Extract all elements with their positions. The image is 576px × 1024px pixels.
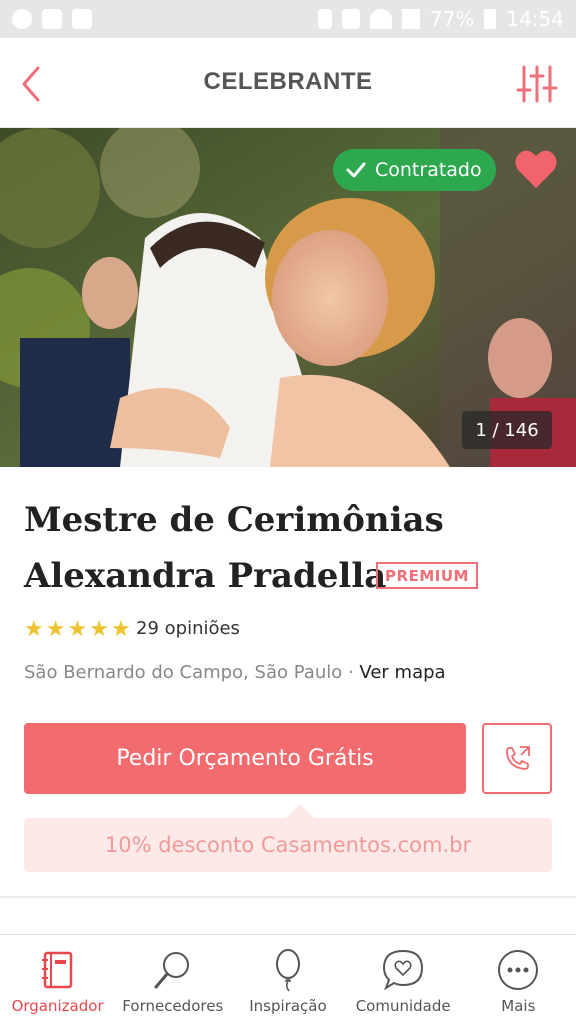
star-icon: ★	[89, 617, 109, 642]
more-icon	[498, 950, 539, 990]
wifi-icon	[369, 9, 392, 29]
whatsapp-icon	[12, 9, 32, 29]
vendor-location: São Bernardo do Campo, São Paulo · Ver m…	[24, 662, 446, 683]
nav-inspiracao[interactable]: Inspiração	[230, 935, 345, 1024]
reviews-link[interactable]: 29 opiniões	[136, 618, 240, 639]
photo-counter: 1 / 146	[462, 411, 552, 449]
screenshot-icon	[72, 9, 92, 29]
check-icon	[346, 162, 366, 178]
location-text: São Bernardo do Campo, São Paulo ·	[24, 662, 360, 683]
nav-label: Comunidade	[355, 997, 451, 1015]
nav-label: Inspiração	[249, 997, 327, 1015]
nav-organizador[interactable]: Organizador	[0, 935, 115, 1024]
star-icon: ★	[45, 617, 66, 642]
nav-mais[interactable]: Mais	[461, 935, 576, 1024]
alarm-icon	[317, 9, 332, 29]
clock: 14:54	[506, 7, 564, 31]
magnifier-icon	[154, 952, 189, 989]
star-icon: ★	[24, 617, 44, 642]
mute-icon	[341, 9, 360, 29]
balloon-icon	[275, 949, 300, 992]
section-divider	[0, 896, 576, 898]
star-icon: ★	[110, 617, 131, 642]
nav-comunidade[interactable]: Comunidade	[346, 935, 461, 1024]
notebook-icon	[41, 951, 72, 989]
star-icon: ★	[67, 617, 88, 642]
phone-icon	[506, 745, 530, 770]
nav-fornecedores[interactable]: Fornecedores	[115, 935, 230, 1024]
page-title: CELEBRANTE	[203, 68, 373, 95]
hired-badge-label: Contratado	[375, 159, 482, 181]
battery-percent: 77%	[429, 7, 475, 31]
discount-banner[interactable]: 10% desconto Casamentos.com.br	[24, 818, 552, 872]
hired-badge: Contratado	[333, 149, 496, 191]
premium-badge: PREMIUM	[376, 562, 478, 589]
sliders-icon	[516, 65, 558, 103]
discount-pointer	[286, 804, 314, 818]
view-map-link[interactable]: Ver mapa	[359, 662, 445, 683]
nav-label: Organizador	[11, 997, 104, 1015]
nav-label: Fornecedores	[122, 997, 224, 1015]
bottom-navigation: Organizador Fornecedores Inspiração Comu…	[0, 934, 576, 1024]
top-app-bar: CELEBRANTE	[0, 38, 576, 128]
chat-heart-icon	[383, 949, 424, 991]
request-quote-button[interactable]: Pedir Orçamento Grátis	[24, 723, 466, 794]
status-bar: 77% 14:54	[0, 0, 576, 38]
signal-icon	[401, 9, 420, 29]
system-icons: 77% 14:54	[317, 7, 564, 31]
battery-icon	[484, 9, 497, 29]
heart-icon	[515, 150, 557, 188]
call-button[interactable]	[482, 723, 552, 794]
vendor-name-line1: Mestre de Cerimônias	[24, 500, 444, 540]
star-rating: ★ ★ ★ ★ ★	[24, 616, 131, 644]
nav-label: Mais	[501, 997, 536, 1015]
notification-icons	[12, 9, 92, 29]
gallery-icon	[42, 9, 62, 29]
filter-button[interactable]	[516, 64, 558, 104]
favorite-button[interactable]	[514, 148, 558, 190]
